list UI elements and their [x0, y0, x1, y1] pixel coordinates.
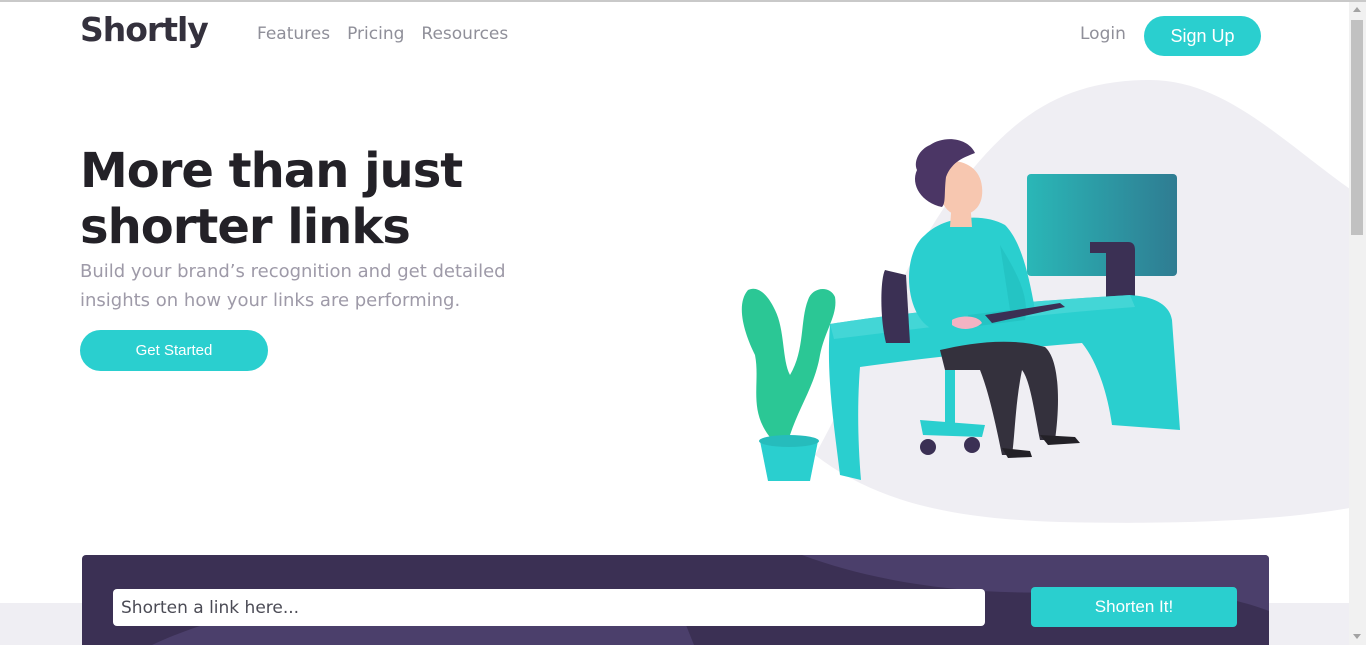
logo[interactable]: Shortly [80, 10, 209, 49]
page-scrollbar[interactable] [1349, 2, 1366, 645]
scroll-up-arrow-icon[interactable] [1353, 7, 1361, 12]
get-started-button[interactable]: Get Started [80, 330, 268, 371]
monitor-screen [1027, 174, 1177, 276]
person-working-illustration [741, 80, 1366, 523]
nav-features-link[interactable]: Features [257, 24, 330, 44]
hero-title-line-2: shorter links [80, 199, 411, 255]
shorten-link-input[interactable] [113, 589, 985, 626]
shorten-it-button[interactable]: Shorten It! [1031, 587, 1237, 627]
hero-title: More than just shorter links [80, 143, 463, 255]
plant-pot-rim [759, 435, 819, 447]
nav-pricing-link[interactable]: Pricing [347, 24, 404, 44]
window-top-border [0, 0, 1366, 2]
scroll-down-arrow-icon[interactable] [1353, 634, 1361, 639]
hero-subtitle: Build your brand’s recognition and get d… [80, 261, 506, 311]
login-link[interactable]: Login [1080, 24, 1126, 44]
chair-wheel [964, 437, 980, 453]
scrollbar-thumb[interactable] [1351, 20, 1363, 235]
signup-button[interactable]: Sign Up [1144, 16, 1261, 56]
hero-title-line-1: More than just [80, 143, 463, 199]
chair-wheel [920, 439, 936, 455]
plant-leaves [741, 288, 836, 444]
nav-resources-link[interactable]: Resources [421, 24, 508, 44]
chair-back [881, 270, 910, 343]
shorten-form-panel: Shorten It! [82, 555, 1269, 645]
main-nav: Features Pricing Resources [257, 24, 508, 44]
